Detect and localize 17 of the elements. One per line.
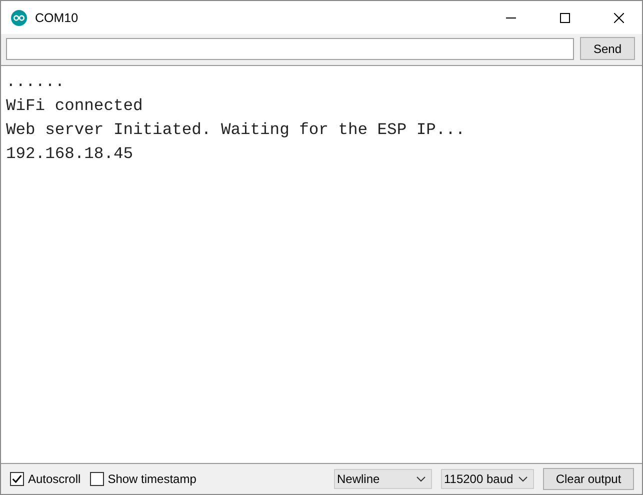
caret-icon	[416, 476, 426, 482]
checkbox[interactable]	[90, 472, 104, 486]
checkbox-label: Autoscroll	[28, 472, 81, 486]
checkbox-label: Show timestamp	[108, 472, 196, 486]
send-button[interactable]: Send	[580, 37, 635, 60]
app-logo-icon	[11, 10, 27, 26]
baud-rate-dropdown[interactable]: 115200 baud	[441, 469, 534, 489]
clear-output-button[interactable]: Clear output	[543, 468, 634, 490]
output-line: ......	[6, 71, 66, 93]
input-field[interactable]	[6, 38, 574, 60]
caret-icon	[518, 476, 528, 482]
output-line: Web server Initiated. Waiting for the ESP IP...	[6, 119, 466, 141]
checkbox[interactable]	[10, 472, 24, 486]
output-line: 192.168.18.45	[6, 143, 134, 165]
output-line: WiFi connected	[6, 95, 144, 117]
line-ending-dropdown[interactable]: Newline	[334, 469, 432, 489]
window-title: COM10	[35, 10, 78, 24]
